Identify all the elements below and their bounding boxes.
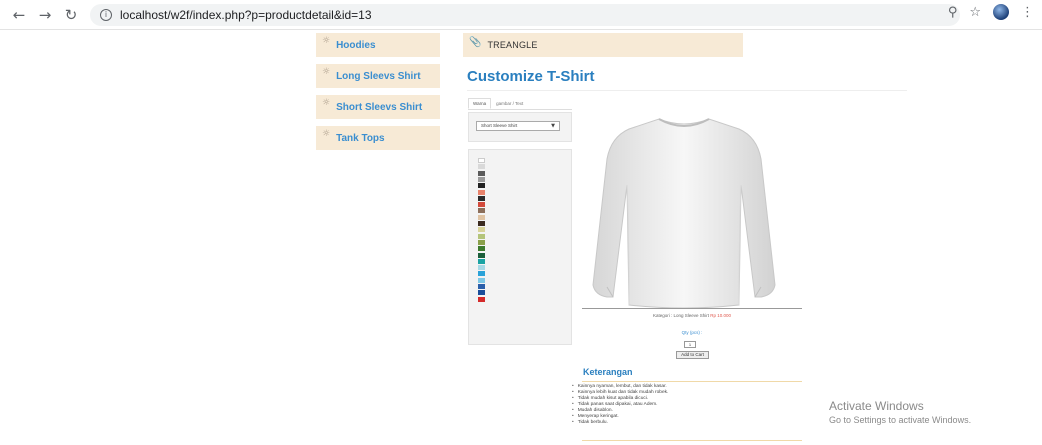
sun-icon: ☼ (322, 67, 331, 77)
color-swatch[interactable] (478, 208, 485, 214)
color-swatch[interactable] (478, 195, 485, 201)
category-label: Kategori : Long Sleeve Shirt (652, 313, 709, 318)
shirt-type-panel: Short Sleeve Shirt ▼ (468, 112, 572, 142)
menu-kebab-icon[interactable]: ⋮ (1021, 5, 1034, 20)
long-sleeve-shirt-image (592, 118, 776, 309)
product-category: Kategori : Long Sleeve Shirt Rp 10.000 (582, 313, 802, 318)
url-path: /w2f/index.php?p=productdetail&id=13 (167, 8, 372, 22)
reload-icon[interactable]: ↻ (58, 2, 84, 28)
activate-windows-watermark: Activate Windows Go to Settings to activ… (829, 399, 971, 425)
sidebar-item-label: Long Sleevs Shirt (336, 70, 421, 82)
color-swatch[interactable] (478, 296, 485, 302)
address-bar[interactable]: i localhost/w2f/index.php?p=productdetai… (90, 4, 960, 26)
sidebar-item-hoodies[interactable]: ☼ Hoodies (316, 33, 440, 57)
tab-gambar-text[interactable]: gambar / Text (491, 98, 528, 109)
breadcrumb-label: TREANGLE (487, 40, 538, 50)
sun-icon: ☼ (322, 98, 331, 108)
qty-input[interactable]: 1 (684, 341, 696, 348)
zoom-icon[interactable]: ⚲ (948, 5, 958, 20)
url-host: localhost (120, 8, 168, 22)
dropdown-arrow-icon: ▼ (551, 123, 555, 129)
color-swatch[interactable] (478, 271, 485, 277)
sidebar-item-short-sleevs[interactable]: ☼ Short Sleevs Shirt (316, 95, 440, 119)
color-palette-panel (468, 149, 572, 345)
customize-tabs: Warna gambar / Text (468, 98, 572, 110)
info-icon[interactable]: i (100, 9, 112, 21)
browser-toolbar: ← → ↻ i localhost/w2f/index.php?p=produc… (0, 0, 1042, 30)
color-swatch[interactable] (478, 227, 485, 233)
bookmark-star-icon[interactable]: ☆ (969, 5, 981, 20)
sidebar-item-long-sleevs[interactable]: ☼ Long Sleevs Shirt (316, 64, 440, 88)
color-swatch[interactable] (478, 290, 485, 296)
color-swatch[interactable] (478, 258, 485, 264)
color-swatch[interactable] (478, 246, 485, 252)
tab-warna[interactable]: Warna (468, 98, 492, 109)
paperclip-icon: 📎 (469, 36, 482, 48)
sidebar-item-label: Tank Tops (336, 132, 385, 144)
divider (467, 90, 907, 91)
color-swatch[interactable] (478, 239, 485, 245)
page-content: ☼ Hoodies ☼ Long Sleevs Shirt ☼ Short Sl… (0, 30, 1042, 445)
keterangan-heading: Keterangan (583, 367, 633, 377)
shirt-type-select[interactable]: Short Sleeve Shirt ▼ (476, 121, 560, 131)
color-swatch[interactable] (478, 277, 485, 283)
color-swatch[interactable] (478, 221, 485, 226)
back-arrow-icon[interactable]: ← (6, 2, 32, 28)
sun-icon: ☼ (322, 129, 331, 139)
color-swatch[interactable] (478, 170, 485, 176)
color-swatch[interactable] (478, 158, 485, 163)
color-swatch[interactable] (478, 176, 485, 182)
list-item: Tidak berbulu. (572, 420, 668, 426)
divider (582, 381, 802, 382)
sidebar-item-tank-tops[interactable]: ☼ Tank Tops (316, 126, 440, 150)
color-swatch[interactable] (478, 164, 485, 170)
shirt-type-value: Short Sleeve Shirt (481, 123, 518, 128)
color-swatch[interactable] (478, 284, 485, 289)
watermark-title: Activate Windows (829, 399, 924, 413)
color-swatch[interactable] (478, 252, 485, 258)
color-swatch[interactable] (478, 202, 485, 208)
color-swatch[interactable] (478, 214, 485, 220)
sidebar-item-label: Hoodies (336, 39, 376, 51)
add-to-cart-button[interactable]: Add to Cart (676, 351, 709, 359)
forward-arrow-icon[interactable]: → (32, 2, 58, 28)
divider (582, 440, 802, 441)
keterangan-list: Kainnya nyaman, lembut, dan tidak kasar.… (572, 384, 669, 426)
sidebar-item-label: Short Sleevs Shirt (336, 101, 423, 113)
url-text[interactable]: localhost/w2f/index.php?p=productdetail&… (120, 8, 372, 22)
breadcrumb: 📎 TREANGLE (463, 33, 743, 57)
product-price: Rp 10.000 (710, 313, 732, 318)
page-title: Customize T-Shirt (467, 68, 595, 85)
color-swatch[interactable] (478, 183, 485, 189)
watermark-subtitle: Go to Settings to activate Windows. (829, 415, 972, 425)
color-swatch[interactable] (478, 265, 485, 271)
qty-label: Qty (pcs) : (681, 330, 703, 335)
sun-icon: ☼ (322, 36, 331, 46)
divider (582, 308, 802, 309)
profile-avatar[interactable] (993, 4, 1009, 20)
color-swatch[interactable] (478, 233, 485, 239)
color-swatch[interactable] (478, 189, 485, 195)
